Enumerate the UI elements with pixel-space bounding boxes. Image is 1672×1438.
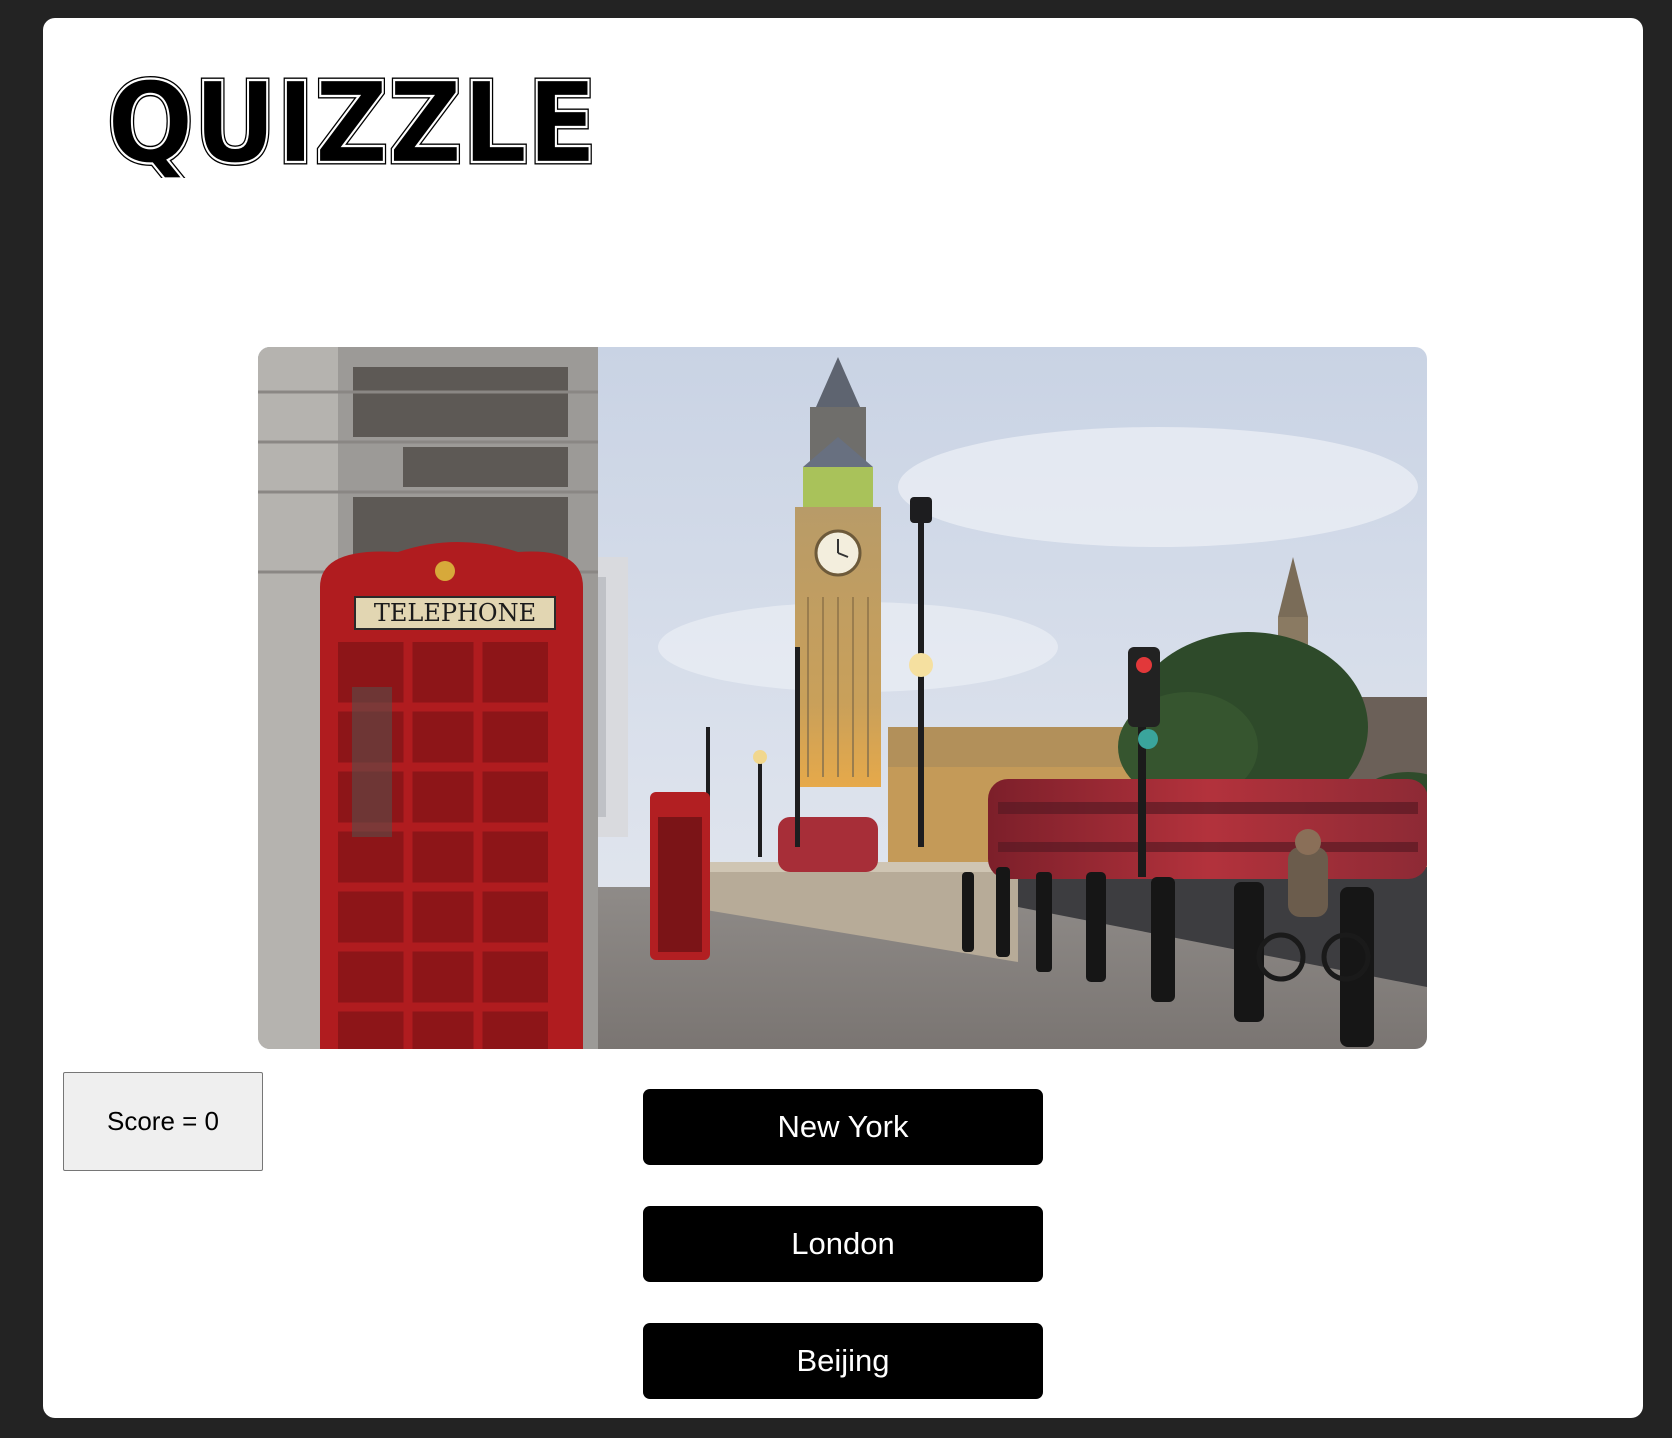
score-display: Score = 0 <box>63 1072 263 1171</box>
quizzle-logo: QUIZZLE QUIZZLE <box>103 57 603 192</box>
quiz-window: QUIZZLE QUIZZLE TELEPHONE Score = 0 New … <box>43 18 1643 1418</box>
question-photo: TELEPHONE <box>258 347 1427 1049</box>
svg-text:QUIZZLE: QUIZZLE <box>107 59 597 178</box>
answer-button-new-york[interactable]: New York <box>643 1089 1043 1165</box>
answer-button-beijing[interactable]: Beijing <box>643 1323 1043 1399</box>
answer-button-london[interactable]: London <box>643 1206 1043 1282</box>
svg-text:TELEPHONE: TELEPHONE <box>374 599 536 627</box>
